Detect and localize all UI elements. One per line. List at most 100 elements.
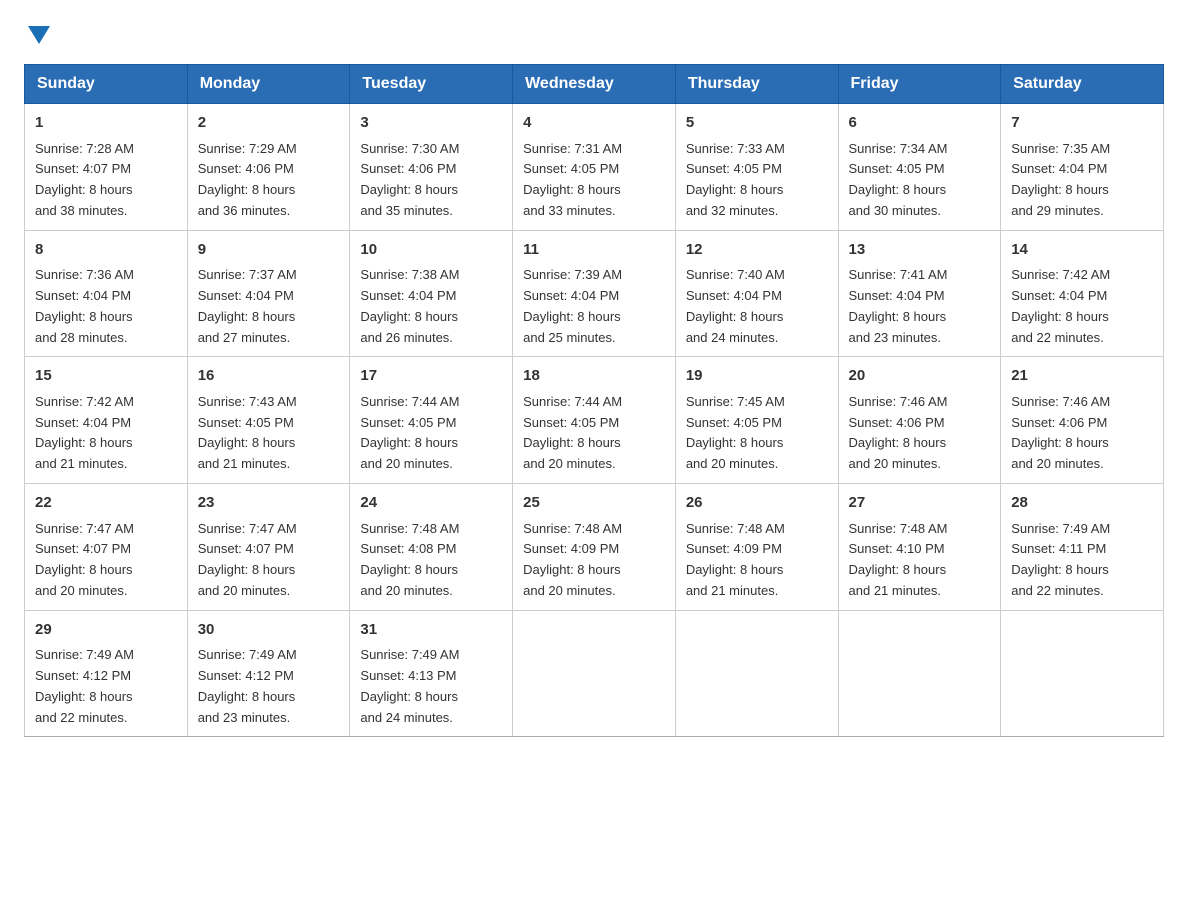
calendar-cell	[838, 610, 1001, 737]
day-number: 26	[686, 492, 828, 515]
calendar-cell: 13 Sunrise: 7:41 AMSunset: 4:04 PMDayligh…	[838, 230, 1001, 357]
day-number: 15	[35, 365, 177, 388]
day-info: Sunrise: 7:40 AMSunset: 4:04 PMDaylight:…	[686, 265, 828, 348]
day-info: Sunrise: 7:48 AMSunset: 4:08 PMDaylight:…	[360, 519, 502, 602]
day-number: 14	[1011, 239, 1153, 262]
calendar-header-sunday: Sunday	[25, 65, 188, 104]
day-info: Sunrise: 7:29 AMSunset: 4:06 PMDaylight:…	[198, 139, 340, 222]
day-number: 21	[1011, 365, 1153, 388]
calendar-cell: 18 Sunrise: 7:44 AMSunset: 4:05 PMDayligh…	[513, 357, 676, 484]
day-info: Sunrise: 7:49 AMSunset: 4:12 PMDaylight:…	[198, 645, 340, 728]
day-number: 17	[360, 365, 502, 388]
day-info: Sunrise: 7:47 AMSunset: 4:07 PMDaylight:…	[198, 519, 340, 602]
calendar-cell: 16 Sunrise: 7:43 AMSunset: 4:05 PMDayligh…	[187, 357, 350, 484]
calendar-cell: 28 Sunrise: 7:49 AMSunset: 4:11 PMDayligh…	[1001, 484, 1164, 611]
day-number: 9	[198, 239, 340, 262]
day-info: Sunrise: 7:41 AMSunset: 4:04 PMDaylight:…	[849, 265, 991, 348]
day-info: Sunrise: 7:39 AMSunset: 4:04 PMDaylight:…	[523, 265, 665, 348]
logo	[24, 24, 50, 44]
day-number: 2	[198, 112, 340, 135]
calendar-header-friday: Friday	[838, 65, 1001, 104]
day-info: Sunrise: 7:46 AMSunset: 4:06 PMDaylight:…	[849, 392, 991, 475]
calendar-cell: 8 Sunrise: 7:36 AMSunset: 4:04 PMDaylight…	[25, 230, 188, 357]
calendar-header-thursday: Thursday	[675, 65, 838, 104]
calendar-cell: 12 Sunrise: 7:40 AMSunset: 4:04 PMDayligh…	[675, 230, 838, 357]
day-number: 18	[523, 365, 665, 388]
day-info: Sunrise: 7:44 AMSunset: 4:05 PMDaylight:…	[523, 392, 665, 475]
day-number: 19	[686, 365, 828, 388]
calendar-cell: 9Sunrise: 7:37 AMSunset: 4:04 PMDaylight…	[187, 230, 350, 357]
calendar-week-row: 29Sunrise: 7:49 AMSunset: 4:12 PMDayligh…	[25, 610, 1164, 737]
calendar-header-row: SundayMondayTuesdayWednesdayThursdayFrid…	[25, 65, 1164, 104]
calendar-cell: 17Sunrise: 7:44 AMSunset: 4:05 PMDayligh…	[350, 357, 513, 484]
day-number: 13	[849, 239, 991, 262]
day-info: Sunrise: 7:35 AMSunset: 4:04 PMDaylight:…	[1011, 139, 1153, 222]
day-info: Sunrise: 7:47 AMSunset: 4:07 PMDaylight:…	[35, 519, 177, 602]
day-number: 3	[360, 112, 502, 135]
day-number: 10	[360, 239, 502, 262]
calendar-cell: 3 Sunrise: 7:30 AMSunset: 4:06 PMDaylight…	[350, 104, 513, 231]
day-info: Sunrise: 7:49 AMSunset: 4:12 PMDaylight:…	[35, 645, 177, 728]
calendar-cell: 10 Sunrise: 7:38 AMSunset: 4:04 PMDayligh…	[350, 230, 513, 357]
day-info: Sunrise: 7:38 AMSunset: 4:04 PMDaylight:…	[360, 265, 502, 348]
day-number: 27	[849, 492, 991, 515]
day-info: Sunrise: 7:48 AMSunset: 4:10 PMDaylight:…	[849, 519, 991, 602]
day-number: 12	[686, 239, 828, 262]
day-number: 25	[523, 492, 665, 515]
day-info: Sunrise: 7:42 AMSunset: 4:04 PMDaylight:…	[1011, 265, 1153, 348]
day-info: Sunrise: 7:31 AMSunset: 4:05 PMDaylight:…	[523, 139, 665, 222]
calendar-cell	[675, 610, 838, 737]
calendar-header-tuesday: Tuesday	[350, 65, 513, 104]
day-number: 30	[198, 619, 340, 642]
day-info: Sunrise: 7:42 AMSunset: 4:04 PMDaylight:…	[35, 392, 177, 475]
day-info: Sunrise: 7:49 AMSunset: 4:11 PMDaylight:…	[1011, 519, 1153, 602]
calendar-cell: 14 Sunrise: 7:42 AMSunset: 4:04 PMDayligh…	[1001, 230, 1164, 357]
calendar-cell: 2 Sunrise: 7:29 AMSunset: 4:06 PMDaylight…	[187, 104, 350, 231]
day-number: 1	[35, 112, 177, 135]
calendar-cell: 24 Sunrise: 7:48 AMSunset: 4:08 PMDayligh…	[350, 484, 513, 611]
calendar-cell: 22 Sunrise: 7:47 AMSunset: 4:07 PMDayligh…	[25, 484, 188, 611]
day-number: 7	[1011, 112, 1153, 135]
calendar-cell: 31Sunrise: 7:49 AMSunset: 4:13 PMDayligh…	[350, 610, 513, 737]
calendar-header-wednesday: Wednesday	[513, 65, 676, 104]
day-number: 6	[849, 112, 991, 135]
calendar-cell: 1 Sunrise: 7:28 AMSunset: 4:07 PMDaylight…	[25, 104, 188, 231]
day-number: 20	[849, 365, 991, 388]
calendar-cell: 26Sunrise: 7:48 AMSunset: 4:09 PMDayligh…	[675, 484, 838, 611]
day-info: Sunrise: 7:34 AMSunset: 4:05 PMDaylight:…	[849, 139, 991, 222]
calendar-week-row: 22 Sunrise: 7:47 AMSunset: 4:07 PMDayligh…	[25, 484, 1164, 611]
calendar-cell: 23 Sunrise: 7:47 AMSunset: 4:07 PMDayligh…	[187, 484, 350, 611]
day-number: 24	[360, 492, 502, 515]
day-info: Sunrise: 7:46 AMSunset: 4:06 PMDaylight:…	[1011, 392, 1153, 475]
logo-triangle-icon	[28, 26, 50, 44]
calendar-cell: 15 Sunrise: 7:42 AMSunset: 4:04 PMDayligh…	[25, 357, 188, 484]
calendar-cell: 25 Sunrise: 7:48 AMSunset: 4:09 PMDayligh…	[513, 484, 676, 611]
calendar-header-saturday: Saturday	[1001, 65, 1164, 104]
page-header	[24, 24, 1164, 44]
day-number: 4	[523, 112, 665, 135]
calendar-week-row: 1 Sunrise: 7:28 AMSunset: 4:07 PMDaylight…	[25, 104, 1164, 231]
calendar-table: SundayMondayTuesdayWednesdayThursdayFrid…	[24, 64, 1164, 737]
calendar-week-row: 15 Sunrise: 7:42 AMSunset: 4:04 PMDayligh…	[25, 357, 1164, 484]
calendar-cell	[513, 610, 676, 737]
day-info: Sunrise: 7:30 AMSunset: 4:06 PMDaylight:…	[360, 139, 502, 222]
day-info: Sunrise: 7:48 AMSunset: 4:09 PMDaylight:…	[523, 519, 665, 602]
day-number: 5	[686, 112, 828, 135]
day-number: 11	[523, 239, 665, 262]
day-number: 8	[35, 239, 177, 262]
calendar-cell: 5Sunrise: 7:33 AMSunset: 4:05 PMDaylight…	[675, 104, 838, 231]
day-info: Sunrise: 7:36 AMSunset: 4:04 PMDaylight:…	[35, 265, 177, 348]
day-number: 16	[198, 365, 340, 388]
day-number: 28	[1011, 492, 1153, 515]
calendar-cell	[1001, 610, 1164, 737]
calendar-week-row: 8 Sunrise: 7:36 AMSunset: 4:04 PMDaylight…	[25, 230, 1164, 357]
day-info: Sunrise: 7:28 AMSunset: 4:07 PMDaylight:…	[35, 139, 177, 222]
calendar-cell: 6 Sunrise: 7:34 AMSunset: 4:05 PMDaylight…	[838, 104, 1001, 231]
day-info: Sunrise: 7:49 AMSunset: 4:13 PMDaylight:…	[360, 645, 502, 728]
calendar-cell: 19Sunrise: 7:45 AMSunset: 4:05 PMDayligh…	[675, 357, 838, 484]
day-number: 23	[198, 492, 340, 515]
calendar-header-monday: Monday	[187, 65, 350, 104]
calendar-cell: 11 Sunrise: 7:39 AMSunset: 4:04 PMDayligh…	[513, 230, 676, 357]
day-number: 22	[35, 492, 177, 515]
day-info: Sunrise: 7:43 AMSunset: 4:05 PMDaylight:…	[198, 392, 340, 475]
